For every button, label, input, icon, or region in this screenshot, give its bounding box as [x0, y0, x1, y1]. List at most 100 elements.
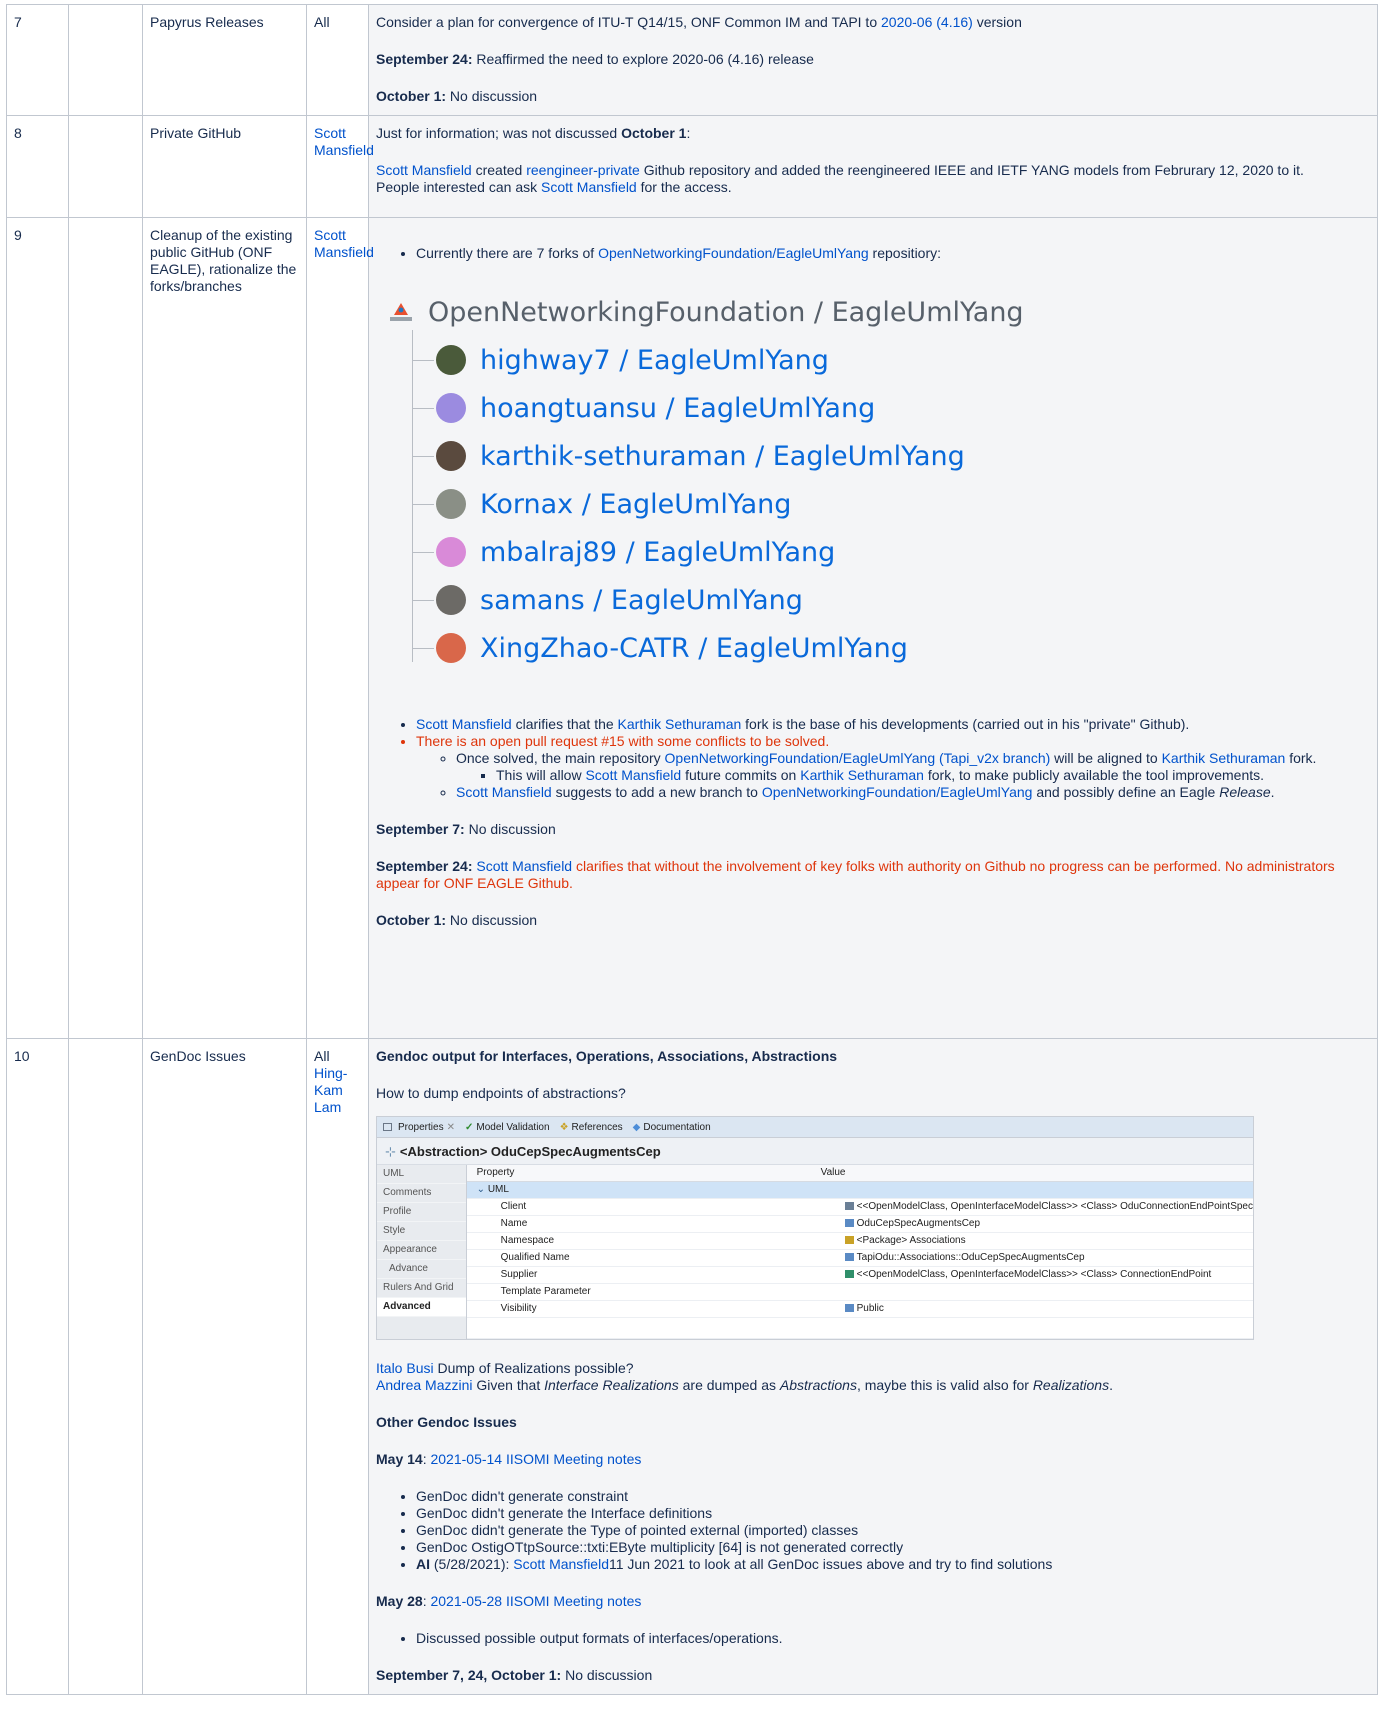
repo-link[interactable]: reengineer-private	[526, 162, 640, 178]
repo-link[interactable]: OpenNetworkingFoundation/EagleUmlYang	[762, 784, 1033, 800]
property-name: Client	[500, 1201, 527, 1212]
property-row[interactable]: Namespace <Package> Associations	[466, 1233, 1253, 1250]
user-mention-link[interactable]: Scott Mansfield	[541, 179, 637, 195]
meeting-notes-link[interactable]: 2021-05-14 IISOMI Meeting notes	[430, 1451, 641, 1467]
avatar	[436, 441, 466, 471]
user-mention-link[interactable]: Scott Mansfield	[376, 162, 472, 178]
property-row[interactable]: Client <<OpenModelClass, OpenInterfaceMod…	[466, 1199, 1253, 1216]
properties-sidebar-item[interactable]: Appearance	[377, 1241, 466, 1260]
list-item: Currently there are 7 forks of OpenNetwo…	[416, 245, 1371, 262]
user-mention-link[interactable]: Italo Busi	[376, 1360, 434, 1376]
fork-root: OpenNetworkingFoundation / EagleUmlYang	[388, 292, 1024, 332]
user-mention-link[interactable]: Karthik Sethuraman	[800, 767, 924, 783]
value-type-icon	[844, 1270, 854, 1279]
tab-properties[interactable]: Properties ✕	[383, 1119, 455, 1136]
property-name: Supplier	[500, 1269, 538, 1280]
avatar	[436, 585, 466, 615]
release-link[interactable]: 2020-06 (4.16)	[881, 14, 973, 30]
tree-branch-line	[412, 407, 434, 409]
property-value: <Package> Associations	[841, 1233, 1253, 1249]
item-number: 7	[6, 4, 69, 116]
item-notes: Gendoc output for Interfaces, Operations…	[368, 1038, 1378, 1695]
fork-item[interactable]: karthik-sethuraman / EagleUmlYang	[412, 436, 965, 476]
uml-group-toggle[interactable]: ⌄ UML	[467, 1182, 817, 1198]
fork-item[interactable]: Kornax / EagleUmlYang	[412, 484, 791, 524]
property-row[interactable]: Supplier <<OpenModelClass, OpenInterfaceM…	[466, 1267, 1253, 1284]
avatar	[436, 489, 466, 519]
fork-item[interactable]: hoangtuansu / EagleUmlYang	[412, 388, 875, 428]
fork-label[interactable]: XingZhao-CATR / EagleUmlYang	[480, 635, 908, 662]
tab-references[interactable]: ❖ References	[560, 1119, 623, 1136]
properties-sidebar-item[interactable]: UML	[377, 1165, 466, 1184]
item-notes: Consider a plan for convergence of ITU-T…	[368, 4, 1378, 116]
list-item: GenDoc OstigOTtpSource::txti:EByte multi…	[416, 1539, 1371, 1556]
item-owner: Scott Mansfield	[306, 115, 374, 218]
meeting-notes-link[interactable]: 2021-05-28 IISOMI Meeting notes	[430, 1593, 641, 1609]
user-mention-link[interactable]: Scott Mansfield	[476, 858, 572, 874]
user-mention-link[interactable]: Scott Mansfield	[585, 767, 681, 783]
property-value: TapiOdu::Associations::OduCepSpecAugment…	[841, 1250, 1253, 1266]
list-item: GenDoc didn't generate the Interface def…	[416, 1505, 1371, 1522]
properties-sidebar-item[interactable]: Advanced	[377, 1298, 466, 1317]
repo-link[interactable]: OpenNetworkingFoundation/EagleUmlYang	[598, 245, 869, 261]
tab-documentation[interactable]: ◆ Documentation	[633, 1119, 711, 1136]
user-mention-link[interactable]: Scott Mansfield	[456, 784, 552, 800]
fork-label[interactable]: Kornax / EagleUmlYang	[480, 491, 791, 518]
user-mention-link[interactable]: Scott Mansfield	[513, 1556, 609, 1572]
fork-item[interactable]: mbalraj89 / EagleUmlYang	[412, 532, 835, 572]
fork-label[interactable]: mbalraj89 / EagleUmlYang	[480, 539, 835, 566]
fork-label[interactable]: highway7 / EagleUmlYang	[480, 347, 829, 374]
value-type-icon	[844, 1219, 854, 1228]
tree-branch-line	[412, 455, 434, 457]
properties-icon	[383, 1123, 392, 1131]
item-owner: All	[306, 4, 369, 116]
property-name: Visibility	[500, 1303, 537, 1314]
fork-item[interactable]: XingZhao-CATR / EagleUmlYang	[412, 628, 908, 668]
tab-model-validation[interactable]: ✓ Model Validation	[465, 1119, 550, 1136]
tree-branch-line	[412, 647, 434, 649]
item-topic: Private GitHub	[142, 115, 307, 218]
owner-link[interactable]: Scott Mansfield	[314, 227, 374, 260]
fork-label[interactable]: karthik-sethuraman / EagleUmlYang	[480, 443, 965, 470]
item-number: 9	[6, 217, 69, 1039]
item-date	[68, 4, 143, 116]
value-type-icon	[844, 1202, 854, 1211]
properties-panel-image: Properties ✕ ✓ Model Validation ❖ Referenc…	[376, 1116, 1254, 1340]
table-row: 7 Papyrus Releases All Consider a plan f…	[6, 4, 1378, 116]
properties-title: ⊹ <Abstraction> OduCepSpecAugmentsCep	[377, 1138, 1253, 1165]
user-mention-link[interactable]: Karthik Sethuraman	[1162, 750, 1286, 766]
properties-sidebar-item[interactable]: Profile	[377, 1203, 466, 1222]
properties-sidebar-item[interactable]: Comments	[377, 1184, 466, 1203]
property-row[interactable]: Visibility Public	[466, 1301, 1253, 1318]
owner-link[interactable]: Hing-Kam Lam	[314, 1065, 347, 1115]
list-item: Once solved, the main repository OpenNet…	[456, 750, 1371, 784]
references-icon: ❖	[559, 1121, 569, 1133]
properties-tabs: Properties ✕ ✓ Model Validation ❖ Referenc…	[377, 1117, 1253, 1138]
user-mention-link[interactable]: Karthik Sethuraman	[618, 716, 742, 732]
list-item: Discussed possible output formats of int…	[416, 1630, 1371, 1647]
item-topic: Cleanup of the existing public GitHub (O…	[142, 217, 307, 1039]
abstraction-icon: ⊹	[385, 1143, 396, 1159]
properties-sidebar-item[interactable]: Advance	[377, 1260, 466, 1279]
avatar	[436, 537, 466, 567]
property-row[interactable]: Template Parameter	[466, 1284, 1253, 1301]
property-name: Namespace	[500, 1235, 554, 1246]
avatar	[436, 345, 466, 375]
table-row: 8 Private GitHub Scott Mansfield Just fo…	[6, 115, 1378, 218]
section-heading: Other Gendoc Issues	[376, 1414, 517, 1430]
properties-sidebar-item[interactable]: Style	[377, 1222, 466, 1241]
properties-sidebar-item[interactable]: Rulers And Grid	[377, 1279, 466, 1298]
user-mention-link[interactable]: Andrea Mazzini	[376, 1377, 473, 1393]
property-row[interactable]: Name OduCepSpecAugmentsCep	[466, 1216, 1253, 1233]
property-row[interactable]: Qualified Name TapiOdu::Associations::Odu…	[466, 1250, 1253, 1267]
fork-item[interactable]: highway7 / EagleUmlYang	[412, 340, 829, 380]
repo-link[interactable]: OpenNetworkingFoundation/EagleUmlYang (T…	[665, 750, 1051, 766]
avatar	[436, 633, 466, 663]
documentation-icon: ◆	[632, 1121, 641, 1133]
list-item: GenDoc didn't generate the Type of point…	[416, 1522, 1371, 1539]
owner-link[interactable]: Scott Mansfield	[314, 125, 374, 158]
fork-label[interactable]: hoangtuansu / EagleUmlYang	[480, 395, 875, 422]
fork-item[interactable]: samans / EagleUmlYang	[412, 580, 803, 620]
fork-label[interactable]: samans / EagleUmlYang	[480, 587, 803, 614]
user-mention-link[interactable]: Scott Mansfield	[416, 716, 512, 732]
